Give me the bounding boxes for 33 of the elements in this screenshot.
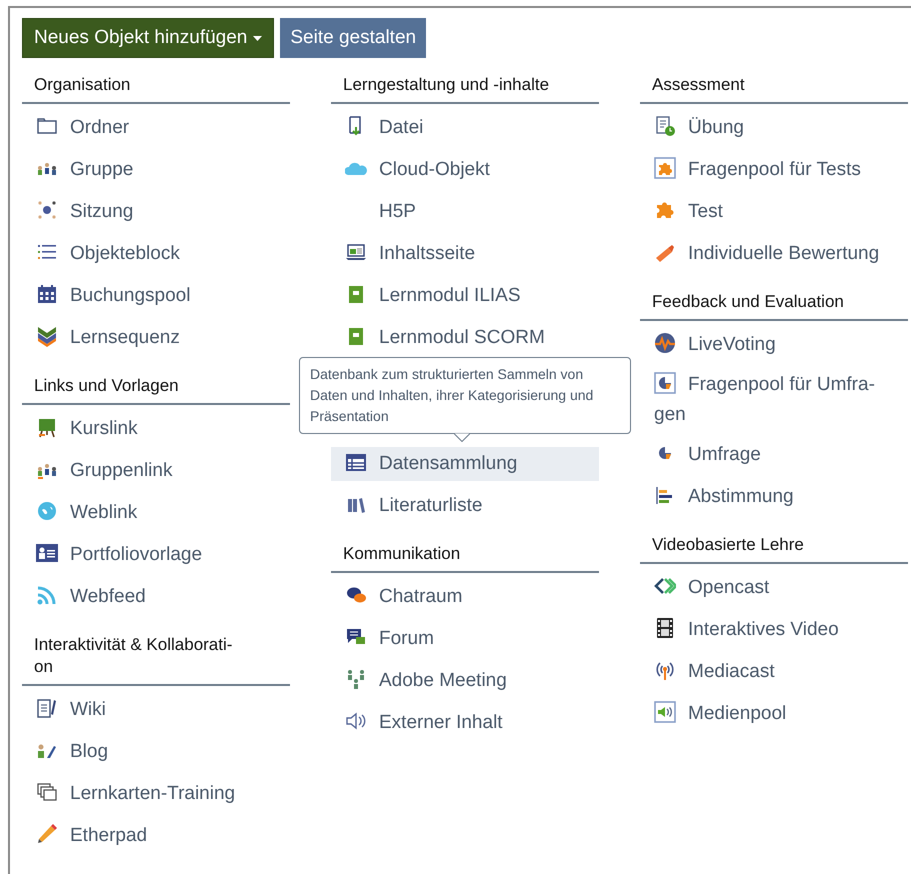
chevrons-icon [36,325,58,347]
menu-item[interactable]: Datensammlung [331,447,599,481]
section-heading: Assessment [652,74,746,96]
tooltip: Datenbank zum strukturierten Sammeln von Daten und Inhalten, ihrer Kategorisierung und Präsentation [299,357,631,434]
page-design-button[interactable]: Seite gestalten [280,18,426,58]
pie-chart-icon [654,372,676,394]
section-heading: Kommunikation [343,543,462,565]
section-heading: Feedback und Evaluation [652,291,845,313]
tooltip-pointer-icon [454,433,470,442]
section-heading: Links und Vorlagen [34,375,180,397]
globe-icon [36,500,58,522]
speaker-icon [654,701,676,723]
speaker-icon [345,710,367,732]
document-pen-icon [36,697,58,719]
table-icon [345,451,367,473]
rss-icon [36,584,58,606]
calendar-icon [36,283,58,305]
section-heading: Organisation [34,74,132,96]
caret-icon [253,36,262,40]
cards-icon [36,781,58,803]
section-heading: Interaktivität & Kollaborati-on [34,634,234,678]
pulse-icon [654,332,676,354]
section-heading: Lerngestaltung und -inhalte [343,74,550,96]
dots-icon [36,199,58,221]
section-heading: Videobasierte Lehre [652,534,805,556]
pencil-icon [36,823,58,845]
document-clock-icon [654,115,676,137]
people-icon [345,668,367,690]
easel-icon [36,416,58,438]
contact-card-icon [36,542,58,564]
add-object-button[interactable]: Neues Objekt hinzufügen [22,18,274,58]
puzzle-icon [654,157,676,179]
film-icon [654,617,676,639]
